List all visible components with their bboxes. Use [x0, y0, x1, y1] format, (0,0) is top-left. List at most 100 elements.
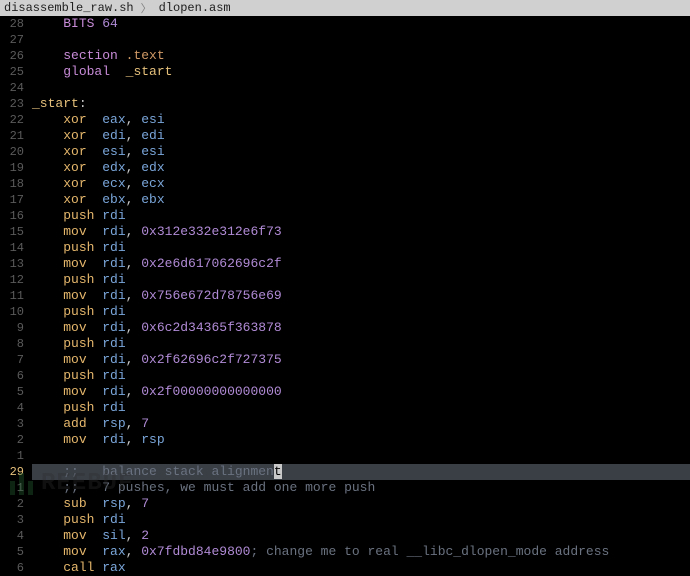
code-line[interactable]: 24 [0, 80, 690, 96]
line-content[interactable]: ;; 7 pushes, we must add one more push [32, 480, 690, 496]
code-line[interactable]: 9 mov rdi, 0x6c2d34365f363878 [0, 320, 690, 336]
code-line[interactable]: 1 [0, 448, 690, 464]
line-content[interactable]: mov rdi, 0x312e332e312e6f73 [32, 224, 690, 240]
line-content[interactable]: xor ebx, ebx [32, 192, 690, 208]
code-line[interactable]: 17 xor ebx, ebx [0, 192, 690, 208]
line-content[interactable] [32, 32, 690, 48]
line-content[interactable]: push rdi [32, 240, 690, 256]
code-line[interactable]: 23_start: [0, 96, 690, 112]
token-plain [32, 320, 63, 335]
line-content[interactable]: mov rdi, 0x2f00000000000000 [32, 384, 690, 400]
code-editor[interactable]: 28 BITS 642726 section .text25 global _s… [0, 16, 690, 576]
line-content[interactable]: xor ecx, ecx [32, 176, 690, 192]
line-content[interactable]: xor esi, esi [32, 144, 690, 160]
line-number: 16 [0, 208, 32, 224]
code-line[interactable]: 16 push rdi [0, 208, 690, 224]
line-content[interactable]: mov rdi, 0x756e672d78756e69 [32, 288, 690, 304]
token-comment: 7 pushes, we must add one more push [102, 480, 375, 495]
token-plain [87, 352, 103, 367]
line-content[interactable]: xor eax, esi [32, 112, 690, 128]
line-content[interactable]: push rdi [32, 336, 690, 352]
code-line[interactable]: 15 mov rdi, 0x312e332e312e6f73 [0, 224, 690, 240]
line-number: 12 [0, 272, 32, 288]
token-plain: , [126, 176, 142, 191]
line-content[interactable]: push rdi [32, 512, 690, 528]
token-plain: , [126, 352, 142, 367]
line-content[interactable]: mov sil, 2 [32, 528, 690, 544]
code-line[interactable]: 18 xor ecx, ecx [0, 176, 690, 192]
token-mnemonic: mov [63, 432, 86, 447]
line-content[interactable] [32, 448, 690, 464]
line-content[interactable]: mov rdi, 0x2f62696c2f727375 [32, 352, 690, 368]
line-content[interactable]: push rdi [32, 368, 690, 384]
token-mnemonic: mov [63, 544, 86, 559]
token-register: rdi [102, 512, 125, 527]
line-number: 2 [0, 496, 32, 512]
code-line[interactable]: 7 mov rdi, 0x2f62696c2f727375 [0, 352, 690, 368]
line-number: 21 [0, 128, 32, 144]
line-content[interactable]: _start: [32, 96, 690, 112]
token-plain [87, 160, 103, 175]
code-line[interactable]: 22 xor eax, esi [0, 112, 690, 128]
line-content[interactable]: mov rdi, 0x6c2d34365f363878 [32, 320, 690, 336]
line-content[interactable]: add rsp, 7 [32, 416, 690, 432]
code-line[interactable]: 21 xor edi, edi [0, 128, 690, 144]
token-mnemonic: mov [63, 288, 86, 303]
line-content[interactable]: call rax [32, 560, 690, 576]
token-number: 64 [102, 16, 118, 31]
token-plain [32, 416, 63, 431]
code-line[interactable]: 6 push rdi [0, 368, 690, 384]
token-mnemonic: xor [63, 144, 86, 159]
line-content[interactable]: push rdi [32, 208, 690, 224]
line-content[interactable]: xor edx, edx [32, 160, 690, 176]
line-content[interactable]: push rdi [32, 400, 690, 416]
code-line[interactable]: 14 push rdi [0, 240, 690, 256]
line-content[interactable]: global _start [32, 64, 690, 80]
code-line[interactable]: 13 mov rdi, 0x2e6d617062696c2f [0, 256, 690, 272]
code-line[interactable]: 20 xor esi, esi [0, 144, 690, 160]
code-line[interactable]: 12 push rdi [0, 272, 690, 288]
token-register: rdi [102, 272, 125, 287]
code-line[interactable]: 5 mov rdi, 0x2f00000000000000 [0, 384, 690, 400]
token-comment: ;; [63, 480, 79, 495]
code-line[interactable]: 11 mov rdi, 0x756e672d78756e69 [0, 288, 690, 304]
code-line[interactable]: 3 add rsp, 7 [0, 416, 690, 432]
code-line[interactable]: 28 BITS 64 [0, 16, 690, 32]
token-plain [32, 64, 63, 79]
code-line[interactable]: 2 mov rdi, rsp [0, 432, 690, 448]
line-content[interactable]: push rdi [32, 304, 690, 320]
line-number: 5 [0, 384, 32, 400]
line-content[interactable]: BITS 64 [32, 16, 690, 32]
token-mnemonic: push [63, 400, 94, 415]
token-section: .text [126, 48, 165, 63]
code-line[interactable]: 8 push rdi [0, 336, 690, 352]
code-line[interactable]: 29 ;; balance stack alignment [0, 464, 690, 480]
code-line[interactable]: 27 [0, 32, 690, 48]
code-line[interactable]: 2 sub rsp, 7 [0, 496, 690, 512]
code-line[interactable]: 4 push rdi [0, 400, 690, 416]
token-comment: balance stack alignmen [102, 464, 274, 479]
line-content[interactable]: mov rdi, rsp [32, 432, 690, 448]
code-line[interactable]: 3 push rdi [0, 512, 690, 528]
code-line[interactable]: 6 call rax [0, 560, 690, 576]
code-line[interactable]: 19 xor edx, edx [0, 160, 690, 176]
token-register: rdi [102, 336, 125, 351]
line-content[interactable] [32, 80, 690, 96]
token-plain: , [126, 160, 142, 175]
code-line[interactable]: 10 push rdi [0, 304, 690, 320]
line-content[interactable]: mov rax, 0x7fdbd84e9800; change me to re… [32, 544, 690, 560]
line-content[interactable]: sub rsp, 7 [32, 496, 690, 512]
code-line[interactable]: 26 section .text [0, 48, 690, 64]
code-line[interactable]: 25 global _start [0, 64, 690, 80]
breadcrumb-parent[interactable]: disassemble_raw.sh [4, 1, 134, 15]
token-register: rax [102, 560, 125, 575]
line-content[interactable]: section .text [32, 48, 690, 64]
code-line[interactable]: 1 ;; 7 pushes, we must add one more push [0, 480, 690, 496]
line-content[interactable]: push rdi [32, 272, 690, 288]
line-content[interactable]: ;; balance stack alignment [32, 464, 690, 480]
code-line[interactable]: 4 mov sil, 2 [0, 528, 690, 544]
token-register: rax [102, 544, 125, 559]
line-content[interactable]: xor edi, edi [32, 128, 690, 144]
code-line[interactable]: 5 mov rax, 0x7fdbd84e9800; change me to … [0, 544, 690, 560]
line-content[interactable]: mov rdi, 0x2e6d617062696c2f [32, 256, 690, 272]
